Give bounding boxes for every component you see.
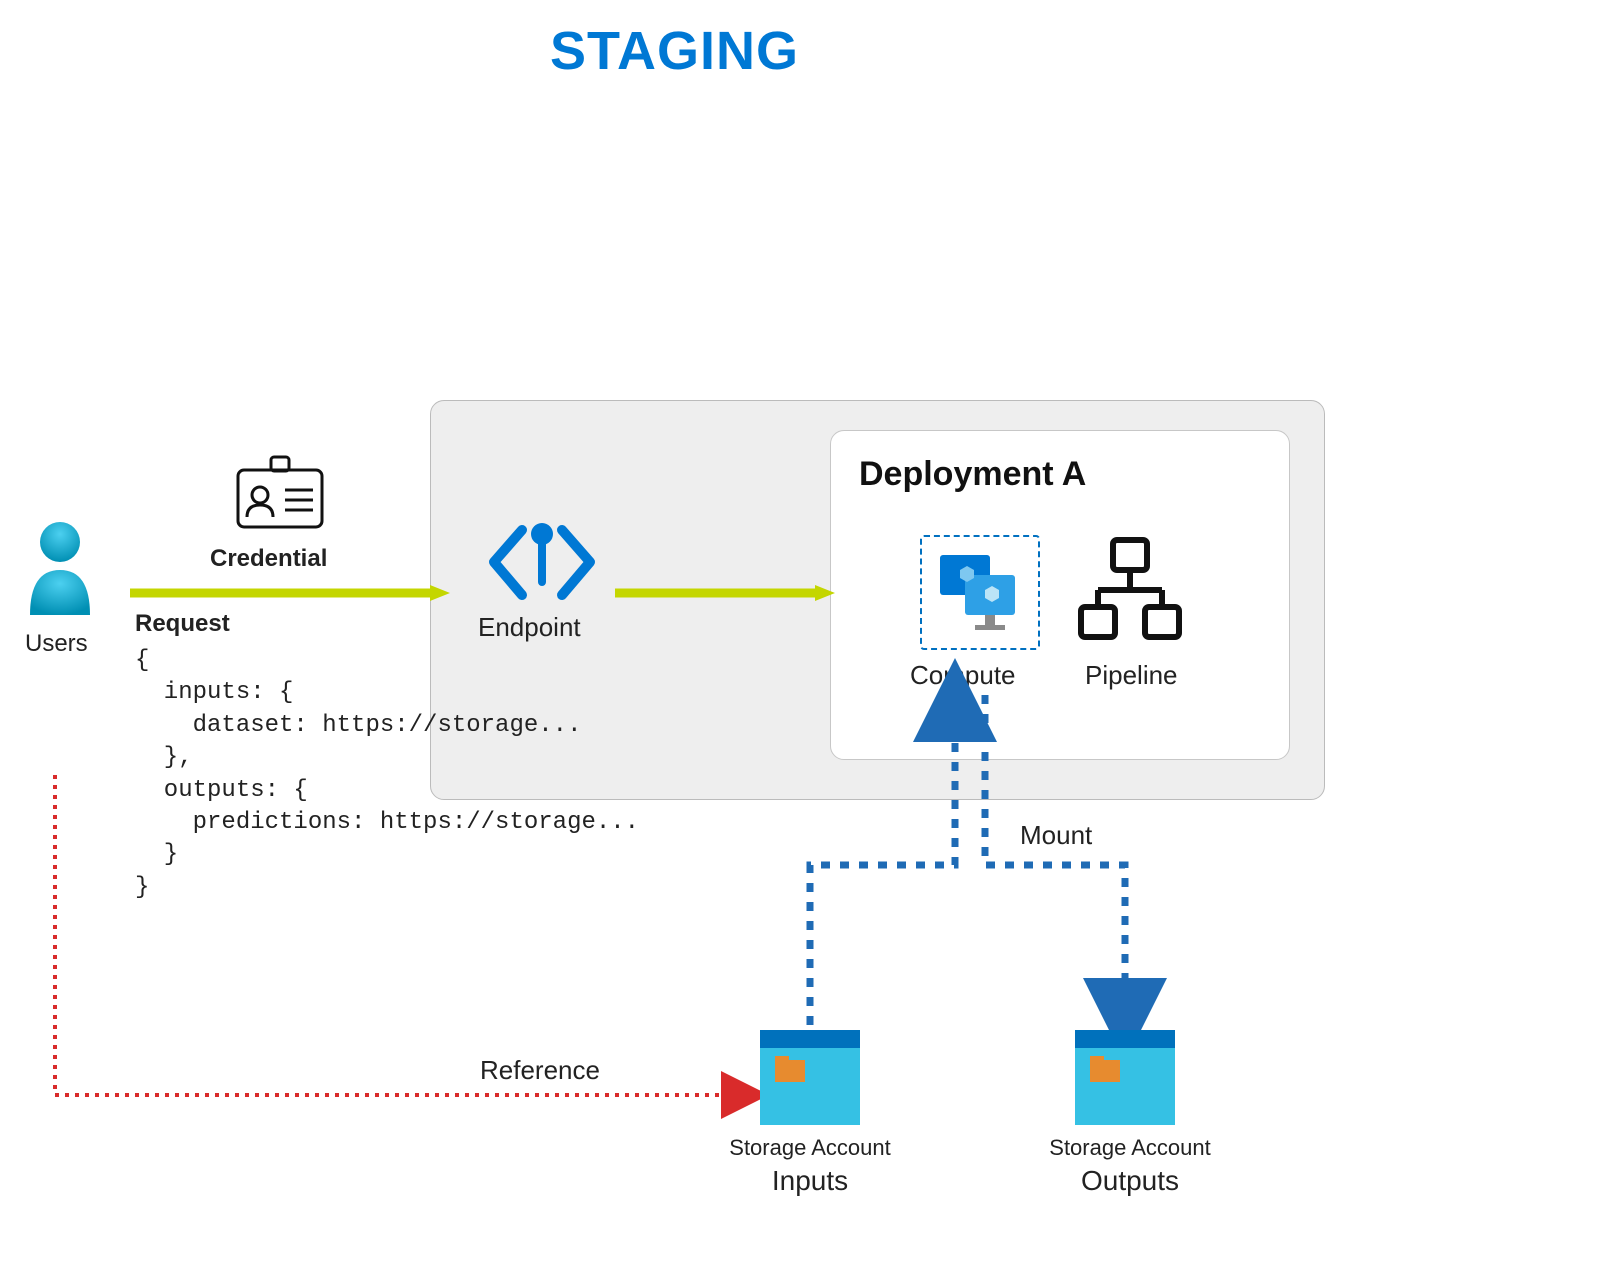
storage-outputs-sublabel: Outputs: [1040, 1165, 1220, 1197]
storage-account-outputs-icon: [1075, 1030, 1175, 1125]
storage-inputs-sublabel: Inputs: [720, 1165, 900, 1197]
storage-outputs-label: Storage Account: [1040, 1135, 1220, 1161]
storage-inputs-label: Storage Account: [720, 1135, 900, 1161]
storage-account-inputs-icon: [760, 1030, 860, 1125]
reference-label: Reference: [480, 1055, 600, 1086]
mount-label: Mount: [1020, 820, 1092, 851]
